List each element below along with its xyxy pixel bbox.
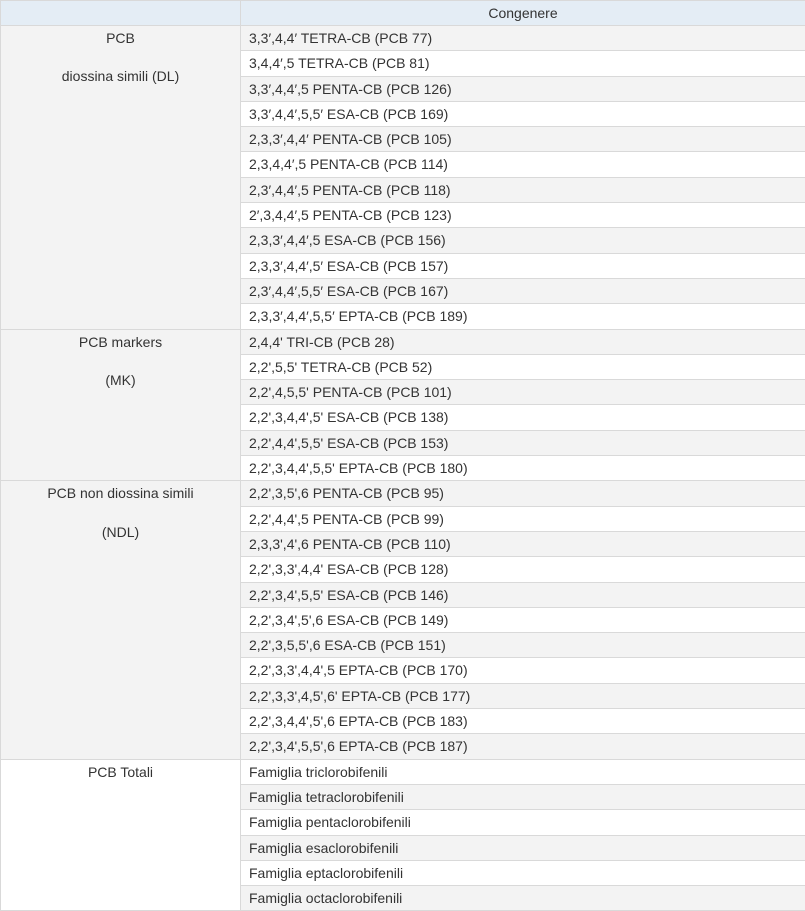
congener-cell: 2,3′,4,4′,5 PENTA-CB (PCB 118) xyxy=(241,177,805,202)
category-label-line1: PCB Totali xyxy=(9,762,232,782)
table-header-row: Congenere xyxy=(1,1,805,26)
congener-cell: 2,3,3′,4,4′,5,5′ EPTA-CB (PCB 189) xyxy=(241,304,805,329)
table-row: PCB Totali Famiglia triclorobifenili xyxy=(1,759,805,784)
congener-cell: 3,3′,4,4′,5,5′ ESA-CB (PCB 169) xyxy=(241,101,805,126)
congener-cell: Famiglia octaclorobifenili xyxy=(241,886,805,911)
congener-cell: 2,2',3,3',4,5',6' EPTA-CB (PCB 177) xyxy=(241,683,805,708)
category-label-line2: diossina simili (DL) xyxy=(9,66,232,86)
congener-cell: 2,2',3,5',6 PENTA-CB (PCB 95) xyxy=(241,481,805,506)
congener-cell: Famiglia pentaclorobifenili xyxy=(241,810,805,835)
congener-cell: 2,2',3,3',4,4',5 EPTA-CB (PCB 170) xyxy=(241,658,805,683)
category-cell: PCB diossina simili (DL) xyxy=(1,26,241,330)
congener-cell: 2′,3,4,4′,5 PENTA-CB (PCB 123) xyxy=(241,203,805,228)
congener-cell: 2,2',4,4',5 PENTA-CB (PCB 99) xyxy=(241,506,805,531)
congener-cell: 2,2',3,3',4,4' ESA-CB (PCB 128) xyxy=(241,557,805,582)
congener-cell: Famiglia eptaclorobifenili xyxy=(241,860,805,885)
category-label-line2: (NDL) xyxy=(9,522,232,542)
pcb-table: Congenere PCBdiossina simili (DL)3,3′,4,… xyxy=(0,0,805,911)
congener-cell: 2,2',3,4',5,5' ESA-CB (PCB 146) xyxy=(241,582,805,607)
category-label-line1: PCB xyxy=(9,28,232,48)
category-label-line1: PCB non diossina simili xyxy=(9,483,232,503)
congener-cell: 2,2',3,4,4',5' ESA-CB (PCB 138) xyxy=(241,405,805,430)
congener-cell: 2,3,3′,4,4′,5 ESA-CB (PCB 156) xyxy=(241,228,805,253)
category-cell: PCB non diossina simili (NDL) xyxy=(1,481,241,759)
congener-cell: 2,2',3,4',5,5',6 EPTA-CB (PCB 187) xyxy=(241,734,805,759)
category-cell: PCB markers (MK) xyxy=(1,329,241,481)
table-row: PCB non diossina simili(NDL)2,2',3,5',6 … xyxy=(1,481,805,506)
congener-cell: 2,3,3′,4,4′,5′ ESA-CB (PCB 157) xyxy=(241,253,805,278)
congener-cell: 2,3,3′,4,4′ PENTA-CB (PCB 105) xyxy=(241,127,805,152)
table-row: PCB markers(MK)2,4,4' TRI-CB (PCB 28) xyxy=(1,329,805,354)
col-header-empty xyxy=(1,1,241,26)
congener-cell: Famiglia triclorobifenili xyxy=(241,759,805,784)
congener-cell: 2,4,4' TRI-CB (PCB 28) xyxy=(241,329,805,354)
congener-cell: 2,2',3,5,5',6 ESA-CB (PCB 151) xyxy=(241,633,805,658)
category-cell: PCB Totali xyxy=(1,759,241,911)
congener-cell: Famiglia esaclorobifenili xyxy=(241,835,805,860)
category-label-line1: PCB markers xyxy=(9,332,232,352)
congener-cell: 2,3,3',4',6 PENTA-CB (PCB 110) xyxy=(241,531,805,556)
congener-cell: 2,2',5,5' TETRA-CB (PCB 52) xyxy=(241,354,805,379)
col-header-congenere: Congenere xyxy=(241,1,805,26)
congener-cell: 2,2',3,4,4',5',6 EPTA-CB (PCB 183) xyxy=(241,709,805,734)
table-row: PCBdiossina simili (DL)3,3′,4,4′ TETRA-C… xyxy=(1,26,805,51)
congener-cell: 2,2',3,4,4',5,5' EPTA-CB (PCB 180) xyxy=(241,456,805,481)
congener-cell: 2,3,4,4′,5 PENTA-CB (PCB 114) xyxy=(241,152,805,177)
category-label-line2: (MK) xyxy=(9,370,232,390)
congener-cell: Famiglia tetraclorobifenili xyxy=(241,784,805,809)
congener-cell: 2,3′,4,4′,5,5′ ESA-CB (PCB 167) xyxy=(241,278,805,303)
congener-cell: 3,3′,4,4′,5 PENTA-CB (PCB 126) xyxy=(241,76,805,101)
congener-cell: 2,2',4,4',5,5' ESA-CB (PCB 153) xyxy=(241,430,805,455)
congener-cell: 3,3′,4,4′ TETRA-CB (PCB 77) xyxy=(241,26,805,51)
congener-cell: 3,4,4′,5 TETRA-CB (PCB 81) xyxy=(241,51,805,76)
congener-cell: 2,2',3,4',5',6 ESA-CB (PCB 149) xyxy=(241,607,805,632)
congener-cell: 2,2',4,5,5' PENTA-CB (PCB 101) xyxy=(241,380,805,405)
